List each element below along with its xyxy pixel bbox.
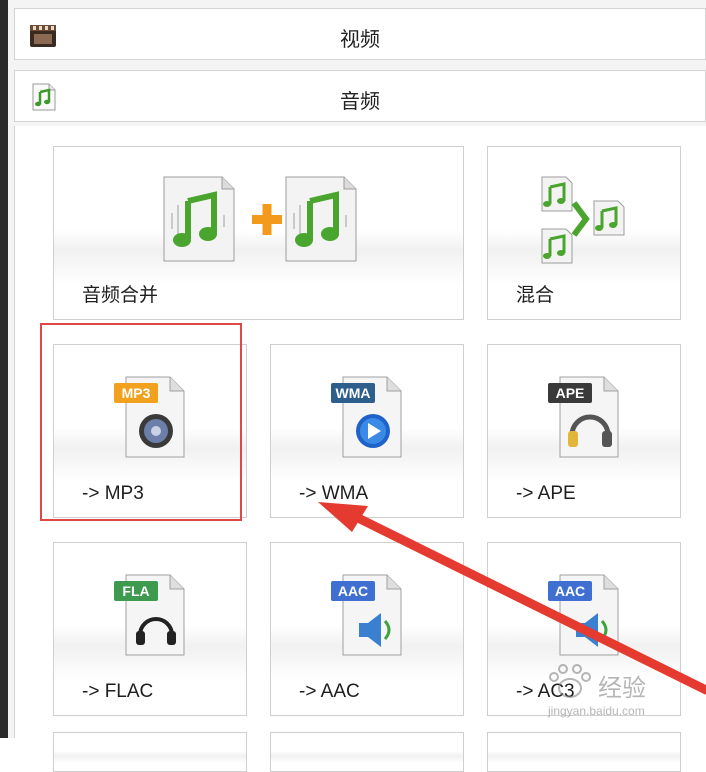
category-audio-label: 音频: [340, 91, 380, 113]
file-badge-text: MP3: [122, 385, 151, 401]
tile-to-aac-label: -> AAC: [299, 681, 360, 702]
tile-to-flac[interactable]: FLA -> FLAC: [53, 542, 247, 716]
tile-row4-1[interactable]: [53, 732, 247, 772]
tile-to-ac3[interactable]: AAC -> AC3: [487, 542, 681, 716]
ac3-file-icon: AAC: [548, 574, 619, 656]
category-audio[interactable]: 音频: [14, 70, 706, 122]
left-edge-bar: [0, 0, 8, 738]
tile-to-flac-label: -> FLAC: [82, 681, 154, 702]
tile-to-ape-label: -> APE: [516, 483, 576, 504]
audio-merge-icon: [163, 176, 357, 262]
audio-tools-panel: 音频合并 混合 MP3 -> MP3 WMA -> WMA APE -> APE…: [14, 126, 706, 772]
flac-file-icon: FLA: [114, 574, 185, 656]
tile-to-wma-label: -> WMA: [299, 483, 369, 504]
tile-audio-merge[interactable]: 音频合并: [53, 146, 464, 320]
tile-to-mp3[interactable]: MP3 -> MP3: [53, 344, 247, 518]
app-window: 视频 音频 音频合并 混合 MP3 -> MP3 WMA -> WMA APE …: [0, 0, 706, 772]
tile-row4-2[interactable]: [270, 732, 464, 772]
tile-row4-3[interactable]: [487, 732, 681, 772]
tile-to-wma[interactable]: WMA -> WMA: [270, 344, 464, 518]
tile-to-ape[interactable]: APE -> APE: [487, 344, 681, 518]
file-badge-text: WMA: [336, 385, 371, 401]
category-video[interactable]: 视频: [14, 8, 706, 60]
file-badge-text: AAC: [338, 583, 368, 599]
audio-mix-icon: [541, 176, 625, 264]
tile-mix[interactable]: 混合: [487, 146, 681, 320]
tile-mix-label: 混合: [516, 285, 555, 306]
category-video-label: 视频: [340, 29, 380, 51]
ape-file-icon: APE: [548, 376, 619, 458]
tile-audio-merge-label: 音频合并: [82, 285, 159, 306]
tile-to-mp3-label: -> MP3: [82, 483, 144, 504]
file-badge-text: FLA: [122, 583, 149, 599]
file-badge-text: AAC: [555, 583, 585, 599]
mp3-file-icon: MP3: [114, 376, 185, 458]
tile-to-aac[interactable]: AAC -> AAC: [270, 542, 464, 716]
file-badge-text: APE: [556, 385, 585, 401]
aac-file-icon: AAC: [331, 574, 402, 656]
wma-file-icon: WMA: [331, 376, 402, 458]
tile-to-ac3-label: -> AC3: [516, 681, 575, 702]
